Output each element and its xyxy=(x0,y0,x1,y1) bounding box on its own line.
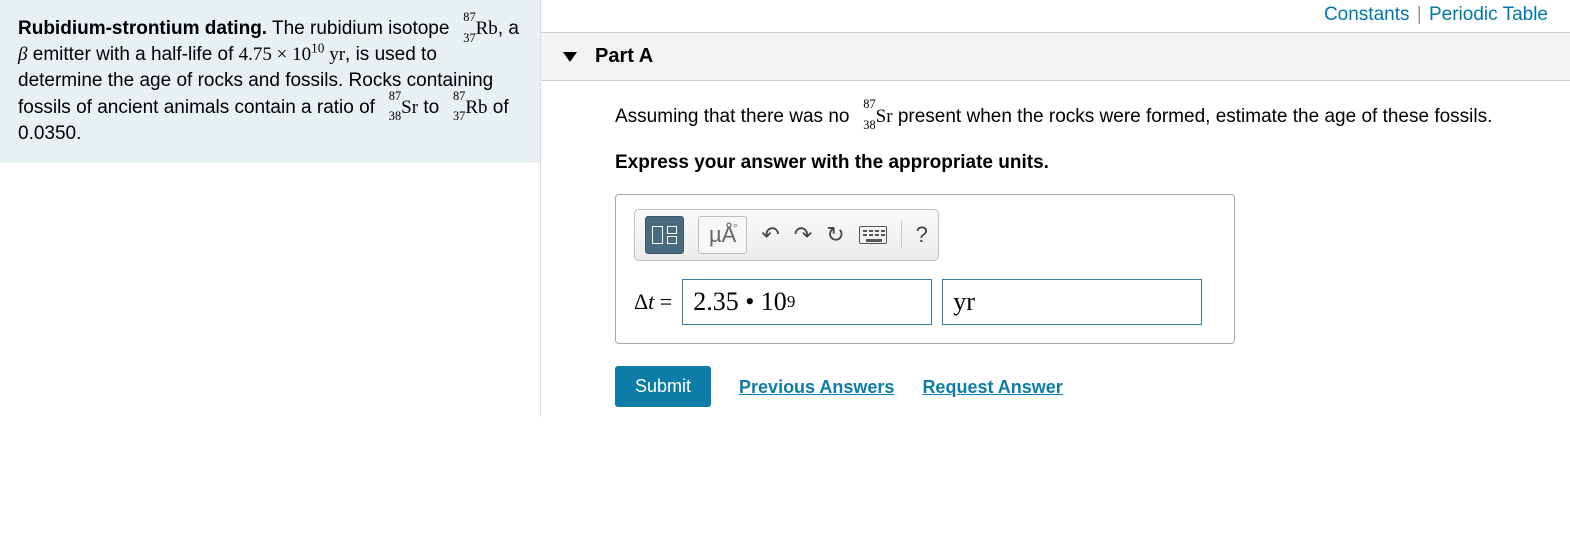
undo-icon[interactable]: ↶ xyxy=(761,216,779,254)
question-text: Assuming that there was no 8738Sr presen… xyxy=(615,103,1548,131)
request-answer-link[interactable]: Request Answer xyxy=(922,374,1062,400)
answer-row: Δt = 2.35 • 109 yr xyxy=(634,279,1216,325)
equation-toolbar: µÅ∘ ↶ ↷ ↻ ? xyxy=(634,209,939,261)
answer-lhs: Δt = xyxy=(634,286,672,318)
units-button[interactable]: µÅ∘ xyxy=(698,216,747,254)
help-icon[interactable]: ? xyxy=(916,216,928,254)
previous-answers-link[interactable]: Previous Answers xyxy=(739,374,894,400)
action-row: Submit Previous Answers Request Answer xyxy=(615,366,1548,407)
submit-button[interactable]: Submit xyxy=(615,366,711,407)
part-a-label: Part A xyxy=(595,45,653,68)
problem-statement: Rubidium-strontium dating. The rubidium … xyxy=(0,0,540,163)
answer-panel: µÅ∘ ↶ ↷ ↻ ? Δt = 2.35 • 109 xyxy=(615,194,1235,344)
answer-instruction: Express your answer with the appropriate… xyxy=(615,149,1548,177)
link-divider: | xyxy=(1417,4,1422,25)
part-a-body: Assuming that there was no 8738Sr presen… xyxy=(541,81,1570,417)
toolbar-divider xyxy=(901,221,902,249)
top-links: Constants | Periodic Table xyxy=(541,0,1570,32)
collapse-icon xyxy=(563,52,577,62)
reset-icon[interactable]: ↻ xyxy=(826,216,844,254)
problem-title: Rubidium-strontium dating. xyxy=(18,18,267,39)
redo-icon[interactable]: ↷ xyxy=(794,216,812,254)
value-input[interactable]: 2.35 • 109 xyxy=(682,279,932,325)
templates-button[interactable] xyxy=(645,216,684,254)
part-a-header[interactable]: Part A xyxy=(541,32,1570,81)
keyboard-icon[interactable] xyxy=(859,216,887,254)
periodic-table-link[interactable]: Periodic Table xyxy=(1429,4,1548,25)
constants-link[interactable]: Constants xyxy=(1324,4,1410,25)
unit-input[interactable]: yr xyxy=(942,279,1202,325)
